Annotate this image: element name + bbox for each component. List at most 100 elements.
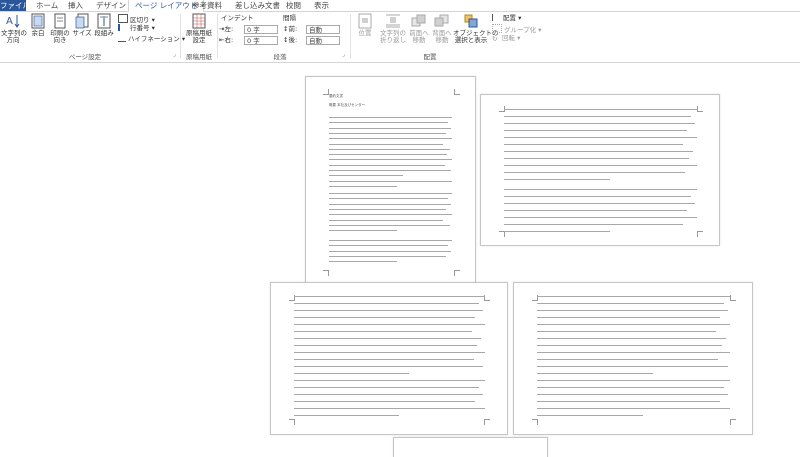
indent-left-input[interactable]: 0 字 xyxy=(244,25,278,34)
page-corner-mark xyxy=(289,419,295,425)
text-line xyxy=(329,245,448,247)
align-button[interactable]: 配置 ▾ xyxy=(492,14,521,22)
spacing-before-input[interactable]: 自動 xyxy=(306,25,340,34)
text-line xyxy=(537,415,643,416)
orientation-icon xyxy=(54,13,66,29)
indent-right-label: ⇤右: xyxy=(219,36,233,45)
paragraph-launcher-icon[interactable]: ⌟ xyxy=(342,51,345,58)
selection-pane-button[interactable]: オブジェクトの 選択と表示 xyxy=(453,13,499,44)
document-page[interactable] xyxy=(270,282,508,435)
group-icon xyxy=(492,24,502,33)
text-line xyxy=(294,380,485,381)
text-line xyxy=(537,359,718,360)
text-line xyxy=(329,203,451,205)
document-page[interactable]: 要約文書 概要 本社及びセンター xyxy=(305,76,476,288)
arrange-group-label: 配置 xyxy=(423,53,437,61)
document-page[interactable] xyxy=(393,437,548,457)
page-corner-mark xyxy=(484,419,490,425)
text-line xyxy=(294,296,485,297)
indent-right-text: 右: xyxy=(224,36,234,44)
tab-review[interactable]: 校閲 xyxy=(280,0,307,11)
bring-forward-button[interactable]: 前面へ 移動 xyxy=(408,13,430,44)
text-line xyxy=(294,338,481,339)
text-line xyxy=(294,317,475,318)
document-page[interactable] xyxy=(480,94,720,246)
tab-file[interactable]: ファイル xyxy=(0,0,30,11)
text-line xyxy=(329,219,443,221)
text-direction-label: 文字列の 方向 xyxy=(1,29,27,44)
indent-heading: インデント xyxy=(221,14,254,22)
svg-text:A: A xyxy=(6,16,13,27)
tab-home[interactable]: ホーム xyxy=(30,0,64,11)
orientation-label: 印刷の 向き xyxy=(50,29,70,44)
text-line xyxy=(329,143,443,145)
columns-button[interactable]: 段組み xyxy=(93,13,115,37)
text-line xyxy=(294,408,485,409)
page-setup-group-label: ページ設定 xyxy=(68,53,102,61)
text-line xyxy=(504,137,697,138)
document-subheading: 概要 本社及びセンター xyxy=(329,103,366,107)
align-label: 配置 xyxy=(503,14,516,22)
text-line xyxy=(294,366,483,367)
page-corner-mark xyxy=(730,295,736,301)
text-line xyxy=(294,359,474,360)
text-line xyxy=(329,122,448,124)
text-line xyxy=(537,387,724,388)
rotate-button[interactable]: ↻ 回転 ▾ xyxy=(492,34,520,43)
indent-left-text: 左: xyxy=(224,25,234,33)
document-workspace[interactable]: 要約文書 概要 本社及びセンター xyxy=(0,63,800,457)
text-line xyxy=(294,345,477,346)
send-backward-label: 背面へ 移動 xyxy=(432,29,452,44)
spacing-heading: 間隔 xyxy=(283,14,296,22)
text-line xyxy=(537,366,728,367)
spacing-after-input[interactable]: 自動 xyxy=(306,36,340,45)
text-line xyxy=(504,210,687,211)
send-backward-icon xyxy=(434,14,449,27)
text-line xyxy=(504,165,697,166)
wrap-text-button[interactable]: 文字列の 折り返し xyxy=(378,13,408,44)
margins-button[interactable]: 余白 xyxy=(28,13,48,37)
paragraph-group-label: 段落 xyxy=(273,53,287,61)
send-backward-button[interactable]: 背面へ 移動 xyxy=(431,13,453,44)
spacing-after-label: ↕後: xyxy=(283,36,297,45)
line-numbers-button[interactable]: 行番号 ▾ xyxy=(118,24,155,32)
text-line xyxy=(294,415,399,416)
indent-right-input[interactable]: 0 字 xyxy=(244,36,278,45)
indent-left-label: ⇥左: xyxy=(219,25,233,34)
document-page[interactable] xyxy=(513,282,753,435)
tab-mailings[interactable]: 差し込み文書 xyxy=(229,0,286,11)
breaks-button[interactable]: 区切り ▾ xyxy=(118,14,155,24)
document-heading: 要約文書 xyxy=(329,94,343,98)
size-button[interactable]: サイズ xyxy=(72,13,92,37)
text-line xyxy=(329,224,450,226)
orientation-button[interactable]: 印刷の 向き xyxy=(49,13,71,44)
text-line xyxy=(537,352,730,353)
tab-insert[interactable]: 挿入 xyxy=(62,0,89,11)
hyphenation-icon xyxy=(118,34,126,42)
manuscript-settings-button[interactable]: 原稿用紙 設定 xyxy=(183,13,215,44)
columns-icon xyxy=(97,13,111,29)
rotate-label: 回転 xyxy=(502,34,515,42)
text-line xyxy=(294,352,485,353)
text-line xyxy=(294,373,409,374)
text-line xyxy=(329,154,447,156)
position-button[interactable]: 位置 xyxy=(353,13,377,37)
text-direction-button[interactable]: A 文字列の 方向 xyxy=(1,13,27,44)
tab-design[interactable]: デザイン xyxy=(90,0,132,11)
group-button[interactable]: グループ化 ▾ xyxy=(492,24,541,34)
page-setup-launcher-icon[interactable]: ⌟ xyxy=(173,51,176,58)
tab-references[interactable]: 参考資料 xyxy=(186,0,228,11)
text-line xyxy=(329,198,448,200)
text-line xyxy=(294,331,472,332)
ribbon-tab-bar: ファイル ホーム 挿入 デザイン ページ レイアウト 参考資料 差し込み文書 校… xyxy=(0,0,800,13)
margins-icon xyxy=(31,13,45,29)
tab-view[interactable]: 表示 xyxy=(308,0,335,11)
text-direction-icon: A xyxy=(6,15,20,28)
text-line xyxy=(329,159,452,161)
text-line xyxy=(504,109,697,110)
text-line xyxy=(294,303,479,304)
text-line xyxy=(329,132,446,134)
text-line xyxy=(329,193,452,194)
hyphenation-button[interactable]: ハイフネーション ▾ xyxy=(118,34,185,43)
text-line xyxy=(329,185,397,187)
